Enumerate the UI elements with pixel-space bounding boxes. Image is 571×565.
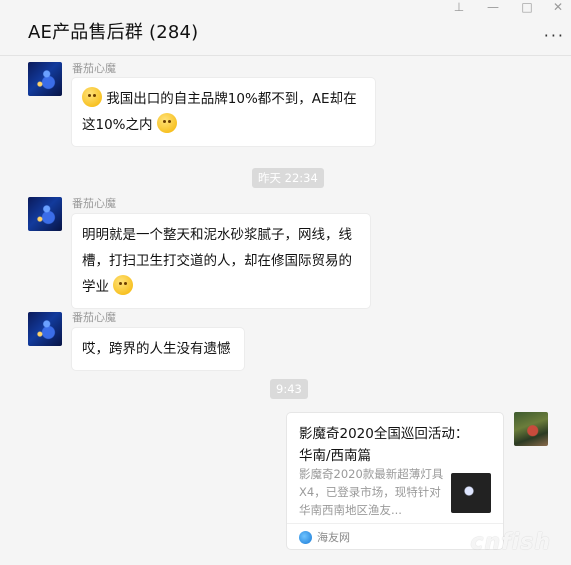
card-description: 影魔奇2020款最新超薄灯具X4，已登录市场，现特针对华南西南地区渔友... [299, 467, 444, 517]
sender-name: 番茄心魔 [72, 197, 116, 210]
card-title: 影魔奇2020全国巡回活动：华南/西南篇 [299, 426, 469, 464]
message-text: 我国出口的自主品牌10%都不到，AE却在 [106, 91, 357, 107]
message-bubble[interactable]: 我国出口的自主品牌10%都不到，AE却在 这10%之内 [72, 78, 375, 146]
message-bubble[interactable]: 明明就是一个整天和泥水砂浆腻子，网线，线 槽，打扫卫生打交道的人，却在修国际贸易… [72, 214, 370, 308]
message-text: 学业 [82, 279, 109, 295]
message-bubble[interactable]: 哎，跨界的人生没有遗憾 [72, 328, 244, 370]
close-button[interactable]: ✕ [548, 0, 568, 16]
timestamp: 昨天 22:34 [252, 168, 324, 188]
source-icon [299, 531, 312, 544]
sender-name: 番茄心魔 [72, 311, 116, 324]
thinking-emoji-icon [156, 113, 177, 133]
avatar[interactable] [28, 62, 62, 96]
message-text: 明明就是一个整天和泥水砂浆腻子，网线，线 [82, 227, 352, 243]
message-text: 这10%之内 [82, 117, 153, 133]
maximize-button[interactable]: □ [517, 0, 537, 16]
self-avatar[interactable] [514, 412, 548, 446]
message-text: 哎，跨界的人生没有遗憾 [82, 341, 231, 357]
avatar[interactable] [28, 197, 62, 231]
card-source: 海友网 [317, 531, 350, 544]
chat-header: AE产品售后群 (284) ⊥ — □ ✕ ··· [0, 0, 571, 56]
minimize-button[interactable]: — [483, 0, 503, 16]
pin-icon[interactable]: ⊥ [449, 0, 469, 16]
message-text: 槽，打扫卫生打交道的人，却在修国际贸易的 [82, 253, 352, 269]
timestamp: 9:43 [270, 379, 308, 399]
sender-name: 番茄心魔 [72, 62, 116, 75]
link-card[interactable]: 影魔奇2020全国巡回活动：华南/西南篇 影魔奇2020款最新超薄灯具X4，已登… [287, 413, 503, 549]
chat-area: 番茄心魔 我国出口的自主品牌10%都不到，AE却在 这10%之内 昨天 22:3… [0, 56, 571, 565]
watermark: cnfish [470, 530, 551, 555]
grin-emoji-icon [82, 87, 102, 107]
card-thumbnail [451, 473, 491, 513]
chat-title: AE产品售后群 (284) [28, 22, 199, 43]
thinking-emoji-icon [113, 275, 134, 295]
avatar[interactable] [28, 312, 62, 346]
more-options-icon[interactable]: ··· [544, 26, 565, 45]
